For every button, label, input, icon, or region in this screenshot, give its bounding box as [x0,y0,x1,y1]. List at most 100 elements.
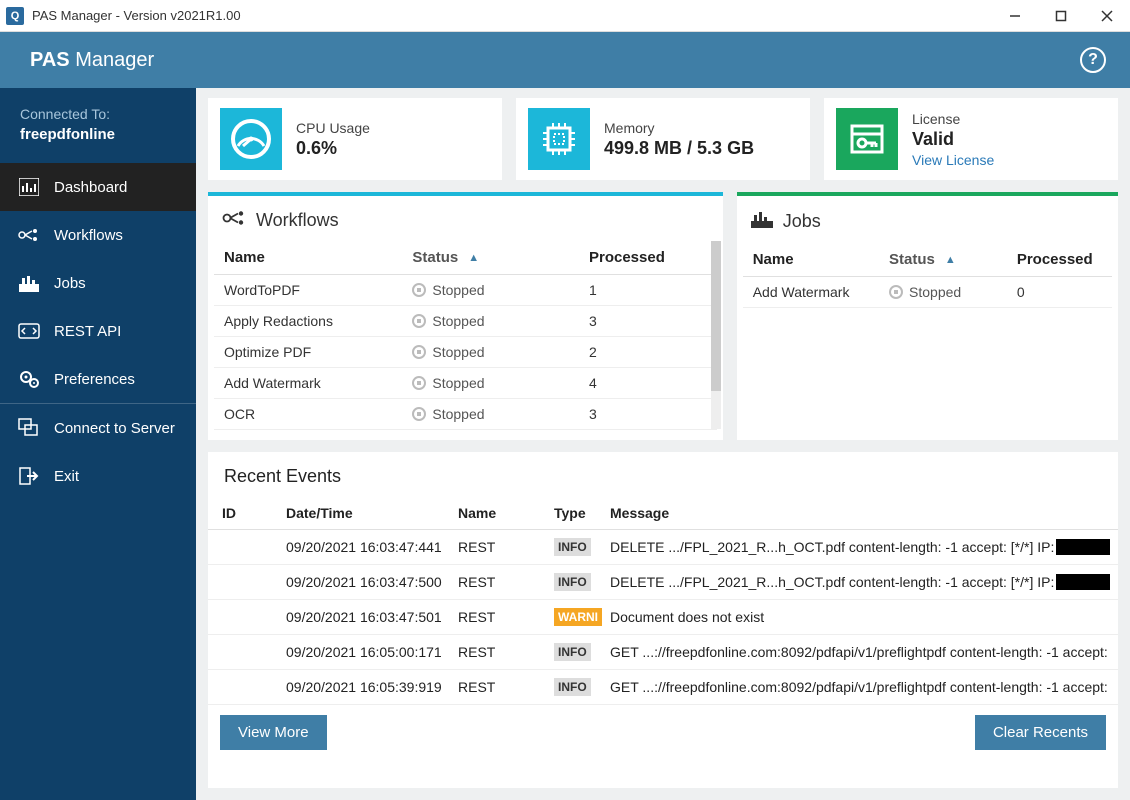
workflow-processed: 2 [589,344,707,360]
col-name[interactable]: Name [224,249,412,266]
stopped-icon [412,407,426,421]
app-header: PAS Manager ? [0,32,1130,88]
event-type: WARNI [554,608,610,626]
job-name: Add Watermark [753,284,889,300]
sidebar-item-workflows[interactable]: Workflows [0,211,196,259]
event-row[interactable]: 09/20/2021 16:03:47:441 REST INFO DELETE… [208,530,1118,565]
workflow-status: Stopped [412,344,589,360]
sidebar-item-label: Dashboard [54,179,127,196]
cpu-value: 0.6% [296,138,370,159]
dashboard-icon [18,178,40,196]
stats-row: CPU Usage 0.6% Memory 499.8 MB / 5.3 GB [208,98,1118,180]
workflow-processed: 3 [589,406,707,422]
memory-label: Memory [604,120,754,136]
event-row[interactable]: 09/20/2021 16:05:00:171 REST INFO GET ..… [208,635,1118,670]
event-type: INFO [554,538,610,556]
stopped-icon [889,285,903,299]
gauge-icon [220,108,282,170]
recent-events-title: Recent Events [208,452,1118,497]
event-row[interactable]: 09/20/2021 16:03:47:500 REST INFO DELETE… [208,565,1118,600]
memory-card: Memory 499.8 MB / 5.3 GB [516,98,810,180]
license-value: Valid [912,129,994,150]
sidebar-item-jobs[interactable]: Jobs [0,259,196,307]
col-processed[interactable]: Processed [589,249,707,266]
help-icon[interactable]: ? [1080,47,1106,73]
col-name[interactable]: Name [753,251,889,268]
event-row[interactable]: 09/20/2021 16:05:39:919 REST INFO GET ..… [208,670,1118,705]
jobs-icon [751,210,773,233]
event-row[interactable]: 09/20/2021 16:03:47:501 REST WARNI Docum… [208,600,1118,635]
workflow-name: Add Watermark [224,375,412,391]
event-type: INFO [554,678,610,696]
preferences-icon [18,369,40,389]
sidebar-item-label: Workflows [54,227,123,244]
sidebar-item-restapi[interactable]: REST API [0,307,196,355]
event-message: GET ...://freepdfonline.com:8092/pdfapi/… [610,644,1110,660]
table-row[interactable]: OCR Stopped 3 [214,399,717,430]
workflow-processed: 3 [589,313,707,329]
scrollbar-thumb[interactable] [711,241,721,391]
event-name: REST [458,644,554,660]
stopped-icon [412,376,426,390]
stopped-icon [412,314,426,328]
sidebar-item-dashboard[interactable]: Dashboard [0,163,196,211]
workflow-name: WordToPDF [224,282,412,298]
connection-info: Connected To: freepdfonline [0,88,196,163]
workflow-status: Stopped [412,282,589,298]
minimize-button[interactable] [992,0,1038,32]
event-datetime: 09/20/2021 16:05:39:919 [286,679,458,695]
col-name[interactable]: Name [458,505,554,521]
close-button[interactable] [1084,0,1130,32]
clear-recents-button[interactable]: Clear Recents [975,715,1106,750]
maximize-button[interactable] [1038,0,1084,32]
sidebar-item-label: Preferences [54,371,135,388]
key-icon [836,108,898,170]
exit-icon [18,467,40,485]
workflow-processed: 4 [589,375,707,391]
workflows-icon [18,228,40,242]
table-row[interactable]: Optimize PDF Stopped 2 [214,337,717,368]
col-status[interactable]: Status▲ [889,251,1017,268]
col-processed[interactable]: Processed [1017,251,1102,268]
window-title: PAS Manager - Version v2021R1.00 [32,8,241,23]
job-status: Stopped [889,284,1017,300]
cpu-card: CPU Usage 0.6% [208,98,502,180]
event-datetime: 09/20/2021 16:03:47:441 [286,539,458,555]
event-message: GET ...://freepdfonline.com:8092/pdfapi/… [610,679,1110,695]
redacted-ip [1056,574,1110,590]
sidebar-item-preferences[interactable]: Preferences [0,355,196,403]
workflow-status: Stopped [412,375,589,391]
jobs-title: Jobs [783,211,821,232]
cpu-label: CPU Usage [296,120,370,136]
license-card: License Valid View License [824,98,1118,180]
workflow-status: Stopped [412,313,589,329]
sidebar-item-label: REST API [54,323,121,340]
col-id[interactable]: ID [216,505,286,521]
sidebar-item-connect[interactable]: Connect to Server [0,404,196,452]
col-type[interactable]: Type [554,505,610,521]
event-datetime: 09/20/2021 16:03:47:500 [286,574,458,590]
col-message[interactable]: Message [610,505,1110,521]
event-type: INFO [554,573,610,591]
table-row[interactable]: Apply Redactions Stopped 3 [214,306,717,337]
sidebar-item-label: Exit [54,468,79,485]
workflow-name: Optimize PDF [224,344,412,360]
workflow-processed: 1 [589,282,707,298]
table-row[interactable]: Add Watermark Stopped 0 [743,277,1112,308]
sort-asc-icon: ▲ [468,252,479,264]
connected-to-label: Connected To: [20,106,176,122]
col-datetime[interactable]: Date/Time [286,505,458,521]
jobs-panel: Jobs Name Status▲ Processed Add Watermar… [737,192,1118,440]
event-name: REST [458,609,554,625]
view-license-link[interactable]: View License [912,152,994,168]
sidebar-item-label: Jobs [54,275,86,292]
table-row[interactable]: Add Watermark Stopped 4 [214,368,717,399]
col-status[interactable]: Status▲ [412,249,589,266]
view-more-button[interactable]: View More [220,715,327,750]
sidebar-item-exit[interactable]: Exit [0,452,196,500]
main-content: CPU Usage 0.6% Memory 499.8 MB / 5.3 GB [196,88,1130,800]
titlebar: Q PAS Manager - Version v2021R1.00 [0,0,1130,32]
sidebar-item-label: Connect to Server [54,420,175,437]
table-row[interactable]: WordToPDF Stopped 1 [214,275,717,306]
event-type: INFO [554,643,610,661]
